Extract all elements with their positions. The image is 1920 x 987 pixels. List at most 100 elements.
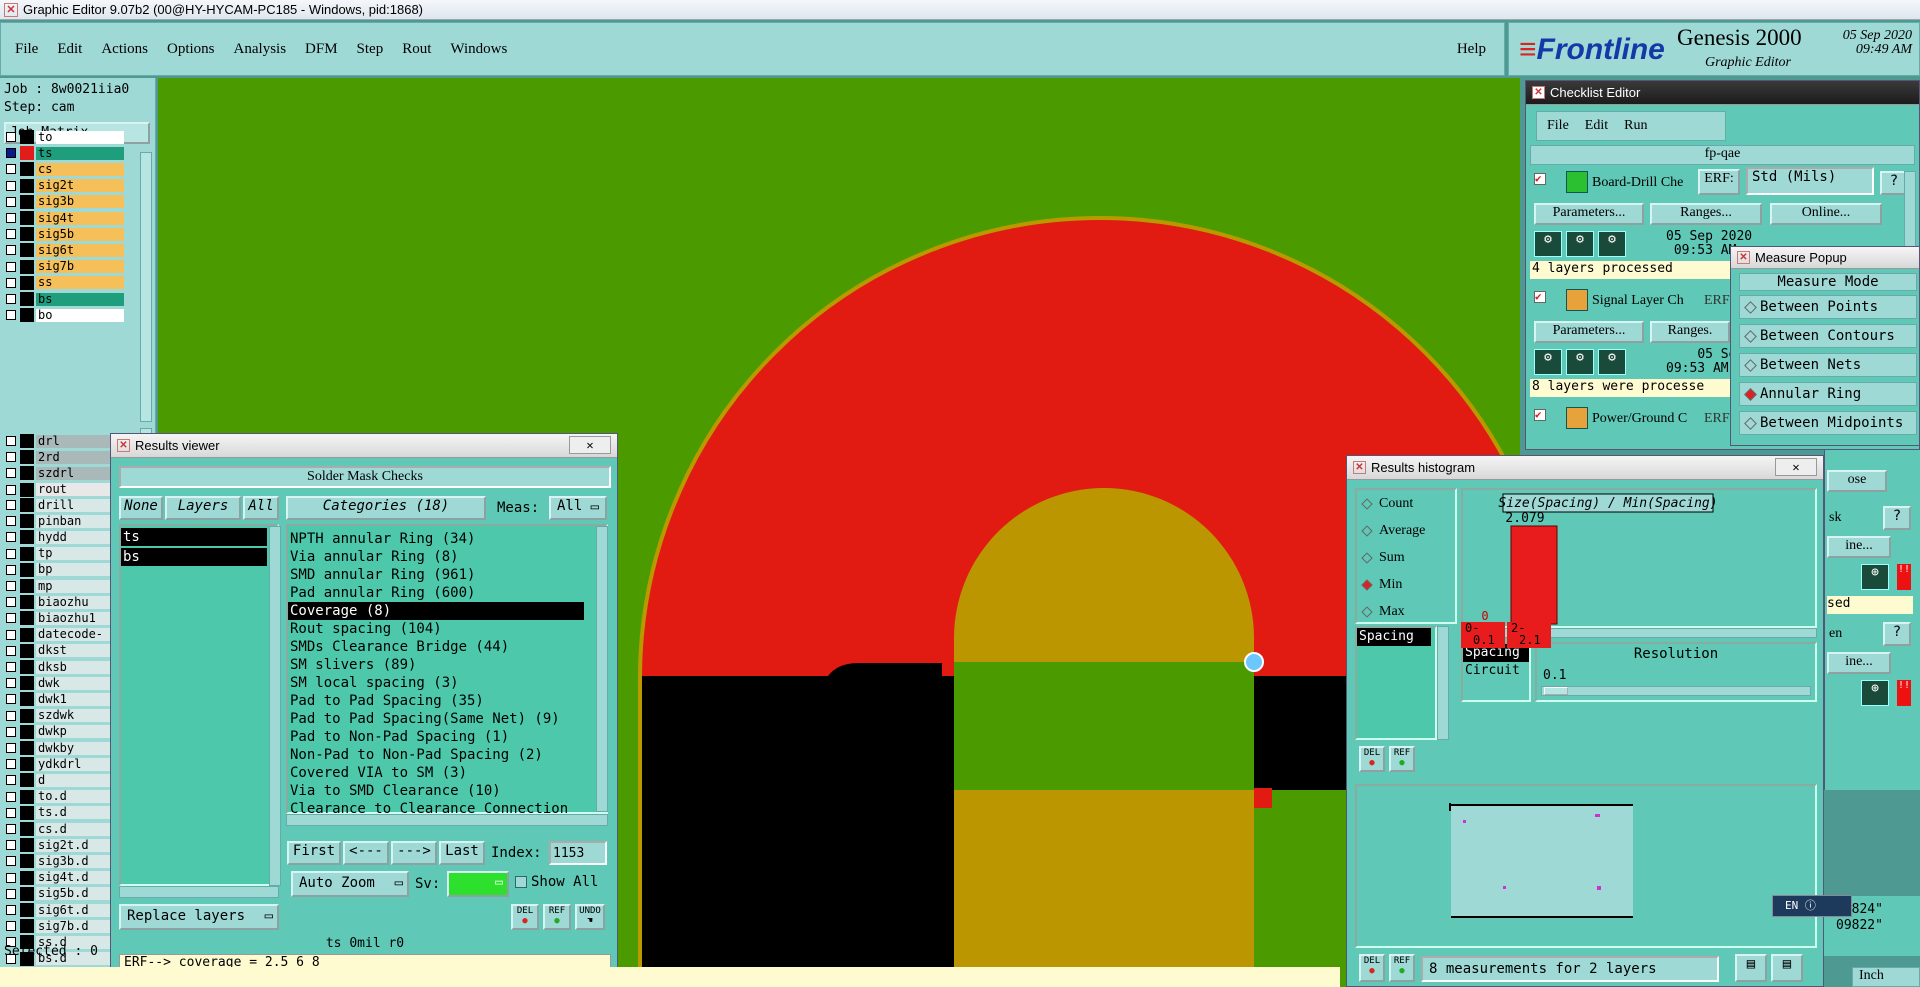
run-icon[interactable]: ⚙ [1598, 231, 1626, 257]
resolution-slider[interactable] [1541, 686, 1811, 696]
layer-row-misc[interactable]: szdwk [6, 708, 124, 723]
none-button[interactable]: None [119, 496, 163, 520]
layer-row-misc[interactable]: d [6, 773, 124, 788]
layer-checkbox[interactable] [6, 710, 16, 721]
category-item[interactable]: SM local spacing (3) [288, 674, 584, 692]
group-list[interactable]: Spacing Circuit [1461, 642, 1531, 702]
layer-checkbox[interactable] [6, 662, 16, 672]
item1-ranges-button[interactable]: Ranges... [1650, 203, 1762, 225]
layer-row-misc[interactable]: cs.d [6, 822, 124, 836]
layer-checkbox[interactable] [6, 229, 16, 240]
categories-scrollbar[interactable] [596, 526, 608, 812]
layer-checkbox[interactable] [6, 645, 16, 656]
layer-item-bs[interactable]: bs [121, 548, 267, 566]
checklist-menu-edit[interactable]: Edit [1585, 118, 1608, 134]
layer-row-misc[interactable]: dwkp [6, 724, 124, 739]
radio-icon[interactable] [1744, 417, 1757, 430]
stat-option[interactable]: Average [1361, 523, 1425, 539]
category-item[interactable]: Pad to Non-Pad Spacing (1) [288, 728, 584, 746]
layer-checkbox[interactable] [6, 436, 16, 446]
layer-name[interactable]: ts [36, 146, 124, 160]
layer-checkbox[interactable] [6, 581, 16, 591]
layer-row-misc[interactable]: sig4t.d [6, 870, 124, 885]
layer-row-misc[interactable]: ydkdrl [6, 757, 124, 772]
layer-name[interactable]: bs [36, 292, 124, 306]
radio-icon[interactable] [1361, 525, 1373, 537]
layer-checkbox[interactable] [6, 261, 16, 272]
undo-button[interactable]: UNDO ☚ [575, 904, 605, 930]
layer-name[interactable]: to [36, 130, 124, 144]
layer-checkbox[interactable] [6, 597, 16, 608]
layer-row-sig2t[interactable]: sig2t [6, 178, 124, 193]
layer-name[interactable]: sig4t [36, 211, 124, 225]
layer-checkbox[interactable] [6, 678, 16, 689]
layer-checkbox[interactable] [6, 775, 16, 786]
category-item[interactable]: SM slivers (89) [288, 656, 584, 674]
menu-step[interactable]: Step [357, 41, 384, 58]
layer-name[interactable]: cs [36, 162, 124, 176]
layer-row-sig5b[interactable]: sig5b [6, 227, 124, 242]
category-item[interactable]: Pad annular Ring (600) [288, 584, 584, 602]
menu-rout[interactable]: Rout [402, 41, 431, 58]
close-button[interactable]: ose [1827, 470, 1887, 492]
menu-options[interactable]: Options [167, 41, 215, 58]
layers-list[interactable]: ts bs [119, 524, 279, 886]
layer-name[interactable]: sig5b [36, 227, 124, 241]
layer-checkbox[interactable] [6, 824, 16, 834]
layer-row-misc[interactable]: dwkby [6, 741, 124, 755]
item2-erf[interactable]: ERF [1704, 293, 1730, 309]
category-item[interactable]: Rout spacing (104) [288, 620, 584, 638]
units-button[interactable]: Inch [1852, 967, 1920, 987]
layer-row-cs[interactable]: cs [6, 162, 124, 177]
layer-checkbox[interactable] [6, 294, 16, 304]
language-indicator[interactable]: EN ⓘ [1772, 895, 1852, 917]
slider-handle[interactable] [1544, 687, 1568, 695]
layer-row-bo[interactable]: bo [6, 308, 124, 323]
layer-row-sig6t[interactable]: sig6t [6, 243, 124, 258]
layer-checkbox[interactable] [6, 905, 16, 915]
layer-checkbox[interactable] [6, 921, 16, 932]
menu-file[interactable]: File [15, 41, 38, 58]
bottom-ref-button[interactable]: REF ● [1389, 954, 1415, 982]
help-button[interactable]: ? [1883, 506, 1911, 530]
measure-mode-item[interactable]: Between Points [1739, 295, 1917, 319]
measure-type-scrollbar[interactable] [1437, 626, 1449, 740]
layer-checkbox[interactable] [6, 245, 16, 256]
measure-mode-item[interactable]: Between Contours [1739, 324, 1917, 348]
layer-checkbox[interactable] [6, 516, 16, 527]
category-item[interactable]: SMDs Clearance Bridge (44) [288, 638, 584, 656]
measure-mode-item[interactable]: Between Nets [1739, 353, 1917, 377]
layer-checkbox[interactable] [6, 743, 16, 753]
run-icon[interactable]: ⚙ [1566, 231, 1594, 257]
layer-row-misc[interactable]: tp [6, 546, 124, 561]
layer-checkbox[interactable] [6, 196, 16, 207]
layer-checkbox[interactable] [6, 888, 16, 899]
measure-type-list[interactable]: Spacing [1355, 626, 1437, 740]
meas-select[interactable]: All ▭ [549, 496, 607, 520]
layer-name[interactable]: sig7b [36, 260, 124, 274]
layer-row-to[interactable]: to [6, 130, 124, 144]
radio-icon[interactable] [1361, 498, 1373, 510]
run-icon[interactable]: ⚙ [1534, 231, 1562, 257]
layer-checkbox[interactable] [6, 148, 16, 159]
layer-checkbox[interactable] [6, 484, 16, 495]
last-button[interactable]: Last [439, 841, 485, 865]
del-button[interactable]: DEL ● [511, 904, 539, 930]
layer-item-ts[interactable]: ts [121, 528, 267, 546]
layer-checkbox[interactable] [6, 840, 16, 851]
report-icon-2[interactable]: ▤ [1771, 954, 1803, 982]
help-button-2[interactable]: ? [1883, 622, 1911, 646]
layer-row-2rd[interactable]: 2rd [6, 450, 124, 465]
radio-icon[interactable] [1361, 579, 1373, 591]
item3-erf[interactable]: ERF [1704, 411, 1730, 427]
menu-help[interactable]: Help [1457, 41, 1486, 58]
stat-option[interactable]: Count [1361, 496, 1413, 512]
layer-row-sig7b[interactable]: sig7b [6, 259, 124, 274]
layers-scrollbar[interactable] [269, 526, 281, 886]
layer-checkbox[interactable] [6, 310, 16, 321]
menu-edit[interactable]: Edit [57, 41, 82, 58]
category-item[interactable]: Coverage (8) [288, 602, 584, 620]
item3-checkbox[interactable]: ✔ [1534, 409, 1546, 421]
layer-checkbox[interactable] [6, 548, 16, 559]
sv-color-select[interactable]: ▭ [447, 871, 509, 897]
